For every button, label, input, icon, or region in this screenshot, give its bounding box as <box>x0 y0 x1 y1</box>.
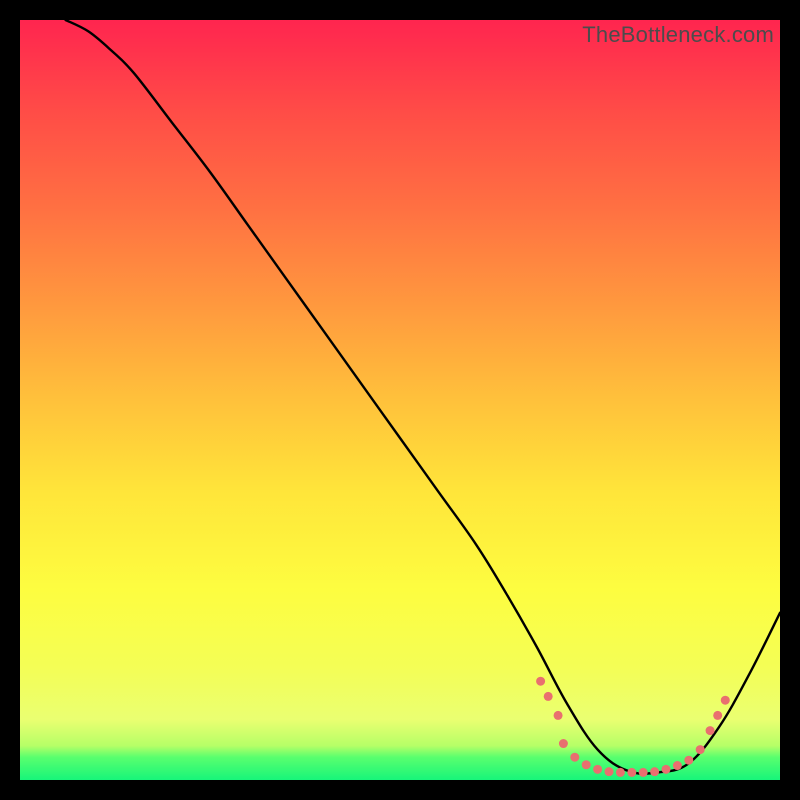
chart-frame: TheBottleneck.com <box>20 20 780 780</box>
chart-overlay <box>20 20 780 780</box>
highlight-dot <box>673 761 682 770</box>
highlight-dot <box>721 696 730 705</box>
highlight-dot <box>554 711 563 720</box>
bottleneck-curve <box>66 20 780 774</box>
highlight-dot <box>570 753 579 762</box>
highlight-dot <box>650 767 659 776</box>
highlight-dot <box>582 760 591 769</box>
highlight-dot <box>544 692 553 701</box>
plot-area: TheBottleneck.com <box>20 20 780 780</box>
highlight-dot <box>662 765 671 774</box>
highlight-dot <box>593 765 602 774</box>
highlight-dot <box>616 768 625 777</box>
highlight-dot <box>605 767 614 776</box>
highlight-dot <box>536 677 545 686</box>
highlight-dot <box>684 756 693 765</box>
watermark-text: TheBottleneck.com <box>582 22 774 48</box>
highlight-dot <box>696 745 705 754</box>
highlight-dot <box>627 768 636 777</box>
highlight-dots <box>536 677 730 777</box>
highlight-dot <box>706 726 715 735</box>
bottleneck-curve-path <box>66 20 780 774</box>
highlight-dot <box>713 711 722 720</box>
highlight-dot <box>639 768 648 777</box>
highlight-dot <box>559 739 568 748</box>
